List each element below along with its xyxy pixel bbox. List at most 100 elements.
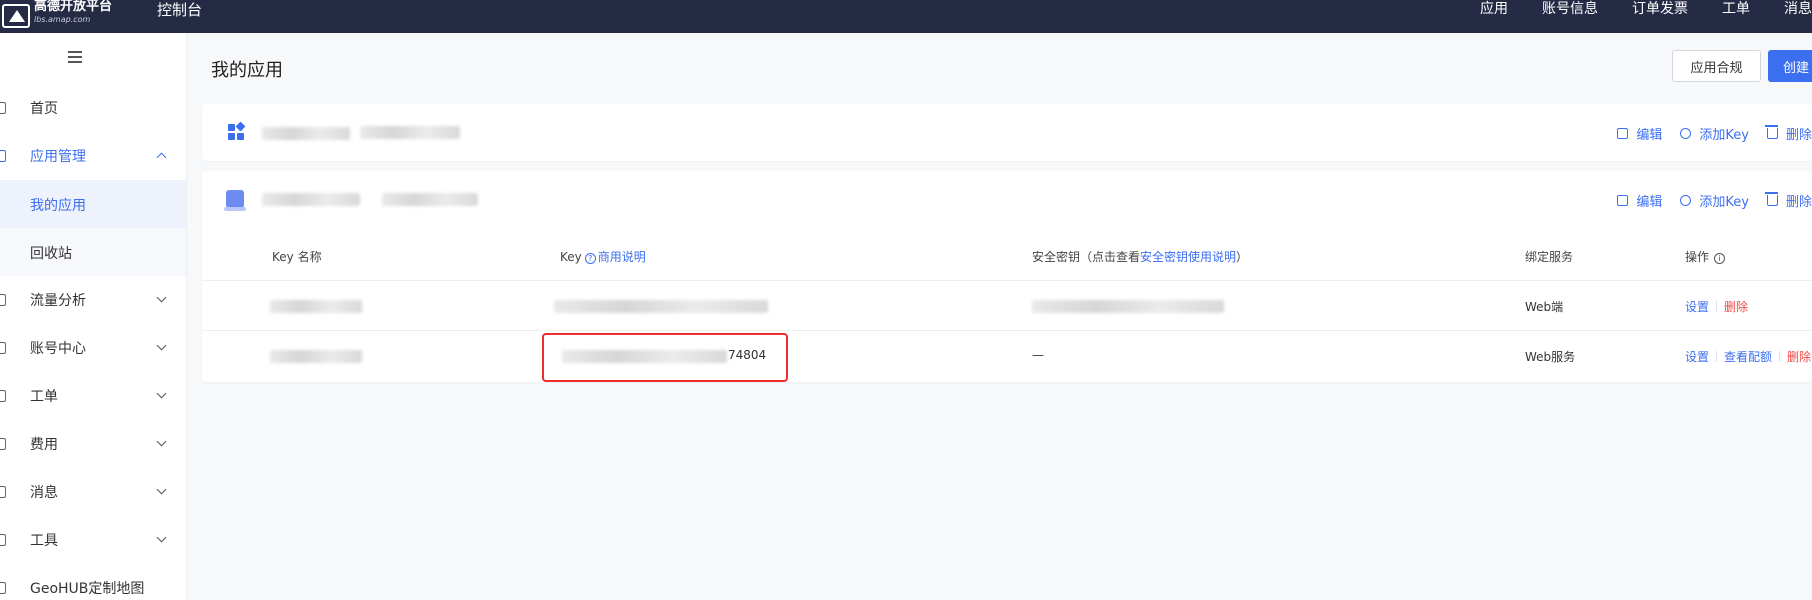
top-nav-messages-label: 消息 [1784, 1, 1812, 17]
top-nav-invoice[interactable]: 订单发票 [1632, 0, 1688, 18]
top-nav-messages[interactable]: 消息 [1784, 0, 1812, 18]
sidebar-item-ticket[interactable]: 工单 [0, 372, 186, 420]
map-icon [0, 582, 6, 594]
sidebar-item-label: 工单 [30, 389, 58, 405]
sidebar-item-label: 消息 [30, 485, 58, 501]
settings-link[interactable]: 设置 [1685, 300, 1709, 314]
add-key-button[interactable]: 添加Key [1680, 124, 1749, 143]
sidebar-item-messages[interactable]: 消息 [0, 468, 186, 516]
delete-app-button[interactable]: 删除 [1764, 191, 1812, 210]
top-nav: 应用 账号信息 订单发票 工单 消息 [1446, 0, 1812, 18]
chevron-down-icon [156, 436, 167, 447]
secret-redacted [1032, 300, 1224, 313]
top-nav-apps[interactable]: 应用 [1480, 0, 1508, 18]
fee-icon [0, 438, 6, 450]
sidebar-item-label: 首页 [30, 101, 58, 117]
col-secret: 安全密钥（点击查看安全密钥使用说明） [1032, 248, 1248, 265]
plus-circle-icon [1680, 128, 1692, 139]
sidebar-item-my-apps[interactable]: 我的应用 [0, 180, 186, 228]
delete-app-button[interactable]: 删除 [1764, 124, 1812, 143]
sidebar-item-label: 流量分析 [30, 293, 86, 309]
row-ops: 设置 删除 [1685, 298, 1748, 315]
console-title[interactable]: 控制台 [157, 0, 202, 21]
app-name-redacted [262, 127, 350, 140]
edit-app-button[interactable]: 编辑 [1617, 191, 1662, 210]
app-type-redacted [360, 126, 460, 139]
app-type-redacted [382, 193, 478, 206]
col-key: Key? 商用说明 [560, 248, 646, 265]
add-key-label: 添加Key [1699, 195, 1749, 210]
sidebar-item-app-management[interactable]: 应用管理 [0, 132, 186, 180]
row-ops: 设置 查看配额 删除 [1685, 348, 1811, 365]
sidebar-item-recycle-bin[interactable]: 回收站 [0, 228, 186, 276]
app-icon [0, 150, 6, 162]
col-key-name: Key 名称 [272, 250, 322, 264]
delete-label: 删除 [1785, 195, 1812, 210]
chevron-up-icon [156, 152, 167, 163]
table-row: 74804 — Web服务 设置 查看配额 删除 [202, 331, 1812, 381]
ticket-icon [0, 390, 6, 402]
add-key-label: 添加Key [1699, 128, 1749, 143]
sidebar-item-tools[interactable]: 工具 [0, 516, 186, 564]
chevron-down-icon [156, 532, 167, 543]
sidebar-item-label: 回收站 [30, 246, 72, 262]
plus-circle-icon [1680, 195, 1692, 206]
bell-icon [0, 486, 6, 498]
add-key-button[interactable]: 添加Key [1680, 191, 1749, 210]
amap-logo[interactable]: 高德开放平台 lbs.amap.com [0, 0, 130, 33]
sidebar-item-account-center[interactable]: 账号中心 [0, 324, 186, 372]
sidebar-item-label: 费用 [30, 437, 58, 453]
logo-name: 高德开放平台 [34, 0, 113, 14]
menu-toggle-icon[interactable] [68, 51, 82, 63]
edit-app-button[interactable]: 编辑 [1617, 124, 1662, 143]
table-row: Web端 设置 删除 [202, 281, 1812, 331]
sidebar-item-geohub[interactable]: GeoHUB定制地图 [0, 564, 186, 600]
top-nav-account[interactable]: 账号信息 [1542, 0, 1598, 18]
chart-icon [0, 294, 6, 306]
amap-logo-icon [2, 4, 30, 28]
col-service: 绑定服务 [1525, 250, 1574, 264]
top-nav-ticket[interactable]: 工单 [1722, 0, 1750, 18]
app-name-redacted [262, 193, 360, 206]
sidebar-item-label: 应用管理 [30, 149, 86, 165]
key-table-header: Key 名称 Key? 商用说明 安全密钥（点击查看安全密钥使用说明） 绑定服务 … [202, 231, 1812, 281]
edit-label: 编辑 [1636, 195, 1663, 210]
service-value: Web服务 [1525, 350, 1576, 364]
app-card-actions: 编辑 添加Key 删除 [1599, 124, 1812, 143]
sidebar-item-label: 账号中心 [30, 341, 86, 357]
delete-key-link[interactable]: 删除 [1787, 350, 1811, 364]
sidebar-item-fees[interactable]: 费用 [0, 420, 186, 468]
app-compliance-button[interactable]: 应用合规 [1672, 50, 1761, 82]
secret-usage-link[interactable]: 安全密钥使用说明 [1140, 250, 1236, 264]
app-card: 编辑 添加Key 删除 Key 名称 Key? 商用说明 安全密钥（点击查看安全密… [202, 171, 1812, 382]
sidebar-item-label: GeoHUB定制地图 [30, 581, 145, 597]
edit-label: 编辑 [1636, 128, 1663, 143]
info-icon: i [1714, 253, 1726, 264]
logo-sub: lbs.amap.com [34, 15, 91, 24]
delete-key-link[interactable]: 删除 [1724, 300, 1748, 314]
chevron-down-icon [156, 484, 167, 495]
highlight-box [542, 333, 788, 382]
sidebar-item-label: 工具 [30, 533, 58, 549]
app-icon [224, 190, 246, 211]
app-card-actions: 编辑 添加Key 删除 [1599, 191, 1812, 210]
col-ops-label: 操作 [1685, 250, 1710, 264]
col-secret-suffix: ） [1236, 250, 1249, 264]
sidebar-item-home[interactable]: 首页 [0, 84, 186, 132]
col-key-label: Key [560, 250, 582, 264]
app-card: 编辑 添加Key 删除 [202, 104, 1812, 161]
chevron-down-icon [156, 292, 167, 303]
tool-icon [0, 534, 6, 546]
service-value: Web端 [1525, 300, 1564, 314]
sidebar-item-traffic-analysis[interactable]: 流量分析 [0, 276, 186, 324]
col-secret-label: 安全密钥（点击查看 [1032, 250, 1141, 264]
sidebar-item-label: 我的应用 [30, 198, 86, 214]
view-quota-link[interactable]: 查看配额 [1724, 350, 1772, 364]
settings-link[interactable]: 设置 [1685, 350, 1709, 364]
top-bar: 高德开放平台 lbs.amap.com 控制台 应用 账号信息 订单发票 工单 … [0, 0, 1812, 33]
commercial-notice-link[interactable]: 商用说明 [598, 250, 646, 264]
secret-value: — [1032, 348, 1044, 362]
sidebar: 首页 应用管理 我的应用 回收站 流量分析 账号中心 工单 费用 消息 工具 G… [0, 33, 187, 600]
create-app-button[interactable]: 创建 [1768, 50, 1812, 82]
chevron-down-icon [156, 340, 167, 351]
